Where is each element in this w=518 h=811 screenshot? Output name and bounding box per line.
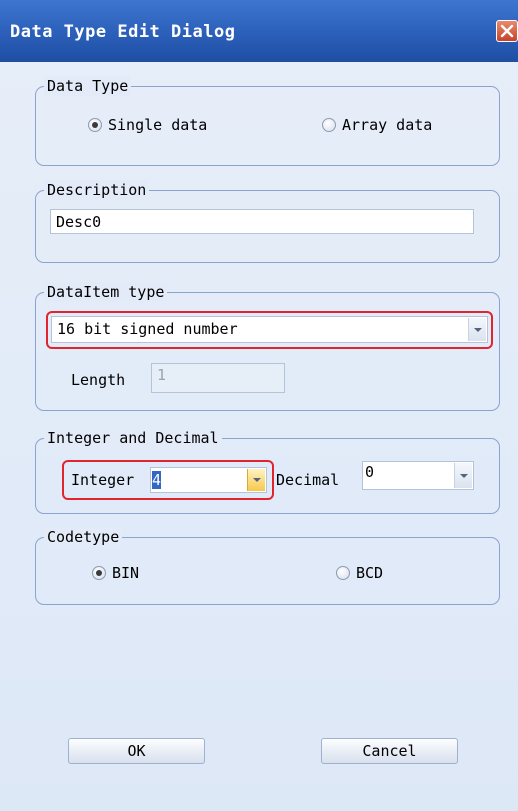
length-input[interactable]: 1 bbox=[151, 363, 285, 393]
data-type-group: Data Type Single data Array data bbox=[35, 76, 500, 166]
dropdown-arrow-icon[interactable] bbox=[468, 318, 486, 341]
description-input[interactable]: Desc0 bbox=[50, 209, 474, 234]
integer-decimal-legend: Integer and Decimal bbox=[44, 428, 222, 448]
radio-unchecked-icon bbox=[336, 566, 350, 580]
dataitem-type-group: DataItem type 16 bit signed number Lengt… bbox=[35, 282, 500, 411]
dataitem-type-select[interactable]: 16 bit signed number bbox=[51, 316, 488, 343]
close-icon bbox=[500, 24, 514, 38]
integer-label: Integer bbox=[71, 471, 135, 489]
length-label: Length bbox=[71, 371, 126, 389]
dataitem-type-legend: DataItem type bbox=[44, 282, 168, 302]
integer-dropdown-arrow-icon[interactable] bbox=[247, 469, 265, 491]
integer-value: 4 bbox=[152, 471, 162, 489]
integer-select[interactable]: 4 bbox=[150, 467, 267, 493]
dialog-title: Data Type Edit Dialog bbox=[10, 22, 236, 42]
description-group: Description Desc0 bbox=[35, 180, 500, 263]
single-data-radio[interactable]: Single data bbox=[88, 116, 207, 134]
array-data-label: Array data bbox=[342, 116, 433, 134]
close-button[interactable] bbox=[496, 20, 518, 42]
decimal-dropdown-arrow-icon[interactable] bbox=[454, 463, 472, 488]
codetype-group: Codetype BIN BCD bbox=[35, 527, 500, 605]
dialog-window: Data Type Edit Dialog Data Type Single d… bbox=[0, 0, 518, 811]
integer-decimal-group: Integer and Decimal Integer 4 Decimal 0 bbox=[35, 428, 500, 514]
bcd-label: BCD bbox=[356, 564, 384, 582]
description-legend: Description bbox=[44, 180, 150, 200]
decimal-label: Decimal bbox=[276, 471, 340, 489]
radio-unchecked-icon bbox=[322, 118, 336, 132]
cancel-button[interactable]: Cancel bbox=[321, 738, 458, 764]
codetype-legend: Codetype bbox=[44, 527, 123, 547]
ok-button[interactable]: OK bbox=[68, 738, 205, 764]
bin-radio[interactable]: BIN bbox=[92, 564, 139, 582]
dataitem-type-value: 16 bit signed number bbox=[57, 320, 238, 338]
single-data-label: Single data bbox=[108, 116, 208, 134]
title-bar[interactable]: Data Type Edit Dialog bbox=[0, 0, 518, 62]
decimal-value: 0 bbox=[365, 463, 375, 481]
radio-checked-icon bbox=[88, 118, 102, 132]
array-data-radio[interactable]: Array data bbox=[322, 116, 432, 134]
radio-checked-icon bbox=[92, 566, 106, 580]
data-type-legend: Data Type bbox=[44, 76, 132, 96]
bcd-radio[interactable]: BCD bbox=[336, 564, 383, 582]
bin-label: BIN bbox=[112, 564, 140, 582]
decimal-select[interactable]: 0 bbox=[362, 461, 474, 490]
